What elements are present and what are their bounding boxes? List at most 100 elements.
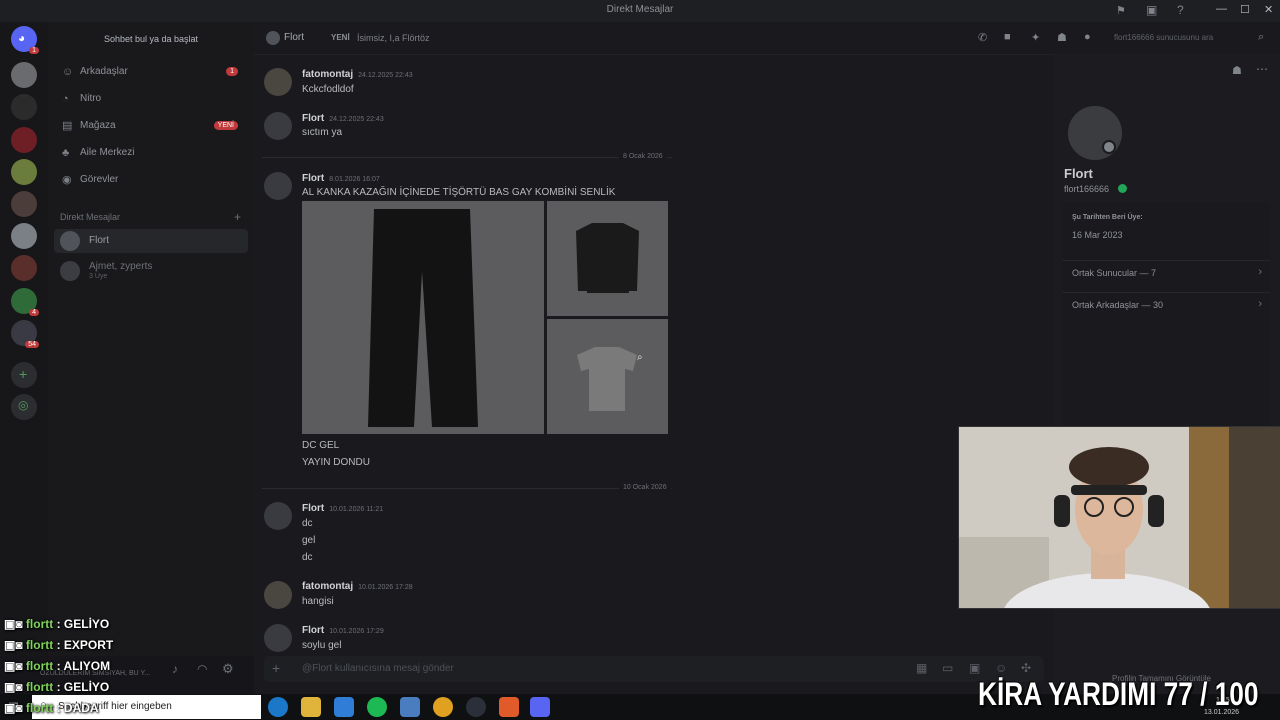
message-author[interactable]: Flort 8.01.2026 16:07 xyxy=(302,173,380,184)
server-badge: 54 xyxy=(25,341,39,348)
nav-friends[interactable]: ☺ Arkadaşlar 1 xyxy=(54,61,248,85)
sweater-image xyxy=(576,223,639,293)
profile-toggle-icon[interactable]: ● xyxy=(1084,31,1091,43)
close-button[interactable]: ✕ xyxy=(1264,3,1273,16)
message-timestamp: 8.01.2026 16:07 xyxy=(329,176,380,183)
message-text: sıctım ya xyxy=(302,127,343,138)
home-button[interactable]: ◕ 1 xyxy=(11,26,39,54)
stream-goal-banner: KİRA YARDIMI 77 / 100 xyxy=(978,676,1259,712)
dm-item-group[interactable]: Ajmet, zyperts 3 Üye xyxy=(54,258,248,284)
dm-name: Flort xyxy=(89,235,109,246)
mutual-friends-label: Ortak Arkadaşlar — 30 xyxy=(1072,300,1164,310)
chrome-app-icon[interactable] xyxy=(433,697,453,717)
message-timestamp: 10.01.2026 11:21 xyxy=(329,506,384,513)
member-since-label: Şu Tarihten Beri Üye: xyxy=(1072,214,1143,221)
server-rail: ◕ 1 4 54 + ◎ xyxy=(0,22,48,694)
profile-username: flort166666 xyxy=(1064,184,1110,194)
headset-icon[interactable]: ◠ xyxy=(197,662,207,676)
message-input[interactable]: @Flort kullanıcısına mesaj gönder xyxy=(302,663,454,674)
message-author[interactable]: Flort 24.12.2025 22:43 xyxy=(302,113,384,124)
message-list: fatomontaj 24.12.2025 22:43 Kckcfodldof F… xyxy=(254,54,1054,654)
discord-app-icon[interactable] xyxy=(530,697,550,717)
nav-label: Görevler xyxy=(80,174,119,185)
nitro-icon: ◔ xyxy=(62,93,69,105)
nav-label: Mağaza xyxy=(80,120,116,131)
server-icon[interactable] xyxy=(11,191,37,217)
find-conversation-input[interactable]: Sohbet bul ya da başlat xyxy=(56,30,246,48)
friends-badge: 1 xyxy=(226,67,238,76)
pin-icon[interactable]: ✦ xyxy=(1031,31,1040,44)
server-icon[interactable] xyxy=(11,255,37,281)
message-composer: + @Flort kullanıcısına mesaj gönder ▦ ▭ … xyxy=(264,656,1044,682)
avatar xyxy=(264,502,292,530)
message-author[interactable]: Flort 10.01.2026 17:29 xyxy=(302,625,384,636)
spotify-app-icon[interactable] xyxy=(367,697,387,717)
status-indicator xyxy=(1102,140,1116,154)
message-author[interactable]: Flort 10.01.2026 11:21 xyxy=(302,503,383,514)
nav-label: Nitro xyxy=(80,93,102,104)
nav-family-center[interactable]: ♣ Aile Merkezi xyxy=(54,142,248,166)
image-attachment-sweater[interactable] xyxy=(547,201,668,316)
mic-icon[interactable]: ♪ xyxy=(172,662,178,676)
brave-app-icon[interactable] xyxy=(499,697,519,717)
inbox-icon[interactable]: ⚑ xyxy=(1116,4,1126,17)
minimize-button[interactable]: — xyxy=(1216,3,1227,15)
add-member-icon[interactable]: ☗ xyxy=(1057,31,1067,44)
message-timestamp: 10.01.2026 17:28 xyxy=(358,584,413,591)
date-divider xyxy=(262,157,672,158)
window-title: Direkt Mesajlar xyxy=(606,4,674,15)
screen-icon[interactable]: ▣ xyxy=(1146,3,1157,17)
server-badge: 4 xyxy=(29,309,39,316)
message-author[interactable]: fatomontaj 10.01.2026 17:28 xyxy=(302,581,413,592)
nav-quests[interactable]: ◉ Görevler xyxy=(54,169,248,193)
gift-icon[interactable]: ▦ xyxy=(916,661,927,675)
image-attachment-tshirt[interactable]: ⌕ xyxy=(547,319,668,434)
family-icon: ♣ xyxy=(62,147,70,159)
server-icon[interactable] xyxy=(11,223,37,249)
settings-gear-icon[interactable]: ⚙ xyxy=(222,661,234,677)
store-app-icon[interactable] xyxy=(334,697,354,717)
message-timestamp: 24.12.2025 22:43 xyxy=(358,72,413,79)
gif-icon[interactable]: ▭ xyxy=(942,661,953,675)
maximize-button[interactable]: ☐ xyxy=(1240,3,1250,16)
image-attachment-pants[interactable] xyxy=(302,201,544,434)
verified-badge-icon xyxy=(1118,184,1127,193)
server-icon[interactable] xyxy=(11,94,37,120)
server-icon[interactable] xyxy=(11,159,37,185)
edge-app-icon[interactable] xyxy=(268,697,288,717)
discord-logo-icon: ◕ xyxy=(18,31,26,45)
more-options-icon[interactable]: ⋯ xyxy=(1256,62,1268,76)
add-server-button[interactable]: + xyxy=(11,362,37,388)
explore-button[interactable]: ◎ xyxy=(11,394,37,420)
emoji-icon[interactable]: ☺ xyxy=(995,661,1007,675)
add-friend-icon[interactable]: ☗ xyxy=(1232,64,1242,77)
avatar xyxy=(264,581,292,609)
search-icon[interactable]: ⌕ xyxy=(1258,31,1264,44)
apps-icon[interactable]: ✣ xyxy=(1021,661,1031,675)
server-search-input[interactable]: flort166666 sunucusunu ara xyxy=(1114,33,1264,42)
nav-nitro[interactable]: ◔ Nitro xyxy=(54,88,248,112)
server-icon[interactable]: 54 xyxy=(11,320,39,348)
dm-section-title: Direkt Mesajlar xyxy=(60,212,121,222)
attach-plus-icon[interactable]: + xyxy=(272,660,280,676)
file-explorer-icon[interactable] xyxy=(301,697,321,717)
nav-shop[interactable]: ▤ Mağaza YENİ xyxy=(54,115,248,139)
message-author[interactable]: fatomontaj 24.12.2025 22:43 xyxy=(302,69,413,80)
help-icon[interactable]: ? xyxy=(1177,3,1184,17)
mutual-servers-row[interactable]: Ortak Sunucular — 7 › xyxy=(1062,260,1270,285)
chevron-right-icon: › xyxy=(1258,266,1262,278)
nav-label: Aile Merkezi xyxy=(80,147,135,158)
server-icon[interactable] xyxy=(11,127,37,153)
dm-item-flort[interactable]: Flort xyxy=(54,229,248,253)
create-dm-button[interactable]: + xyxy=(234,210,241,224)
server-icon[interactable] xyxy=(11,62,37,88)
steam-app-icon[interactable] xyxy=(466,697,486,717)
video-icon[interactable]: ■ xyxy=(1004,31,1011,43)
mutual-friends-row[interactable]: Ortak Arkadaşlar — 30 › xyxy=(1062,292,1270,317)
server-icon[interactable]: 4 xyxy=(11,288,39,316)
calculator-app-icon[interactable] xyxy=(400,697,420,717)
avatar xyxy=(264,68,292,96)
nav-label: Arkadaşlar xyxy=(80,66,128,77)
phone-icon[interactable]: ✆ xyxy=(978,31,987,44)
sticker-icon[interactable]: ▣ xyxy=(969,661,980,675)
